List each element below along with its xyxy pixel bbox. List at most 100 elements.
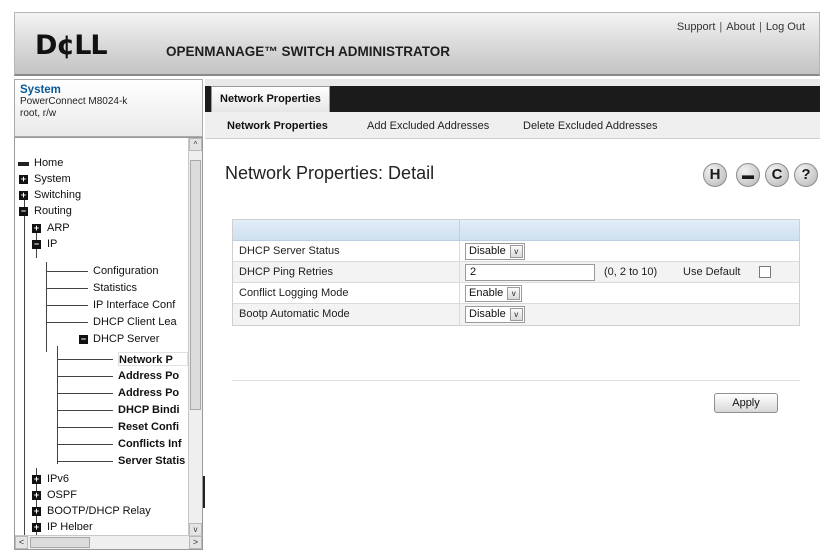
tree-guide-line xyxy=(24,198,25,536)
tree-item-routing[interactable]: Routing xyxy=(34,204,72,218)
tree-item-ospf[interactable]: OSPF xyxy=(47,488,77,502)
dhcp-server-status-value: Disable xyxy=(469,245,506,257)
subtab-delete-excluded-addresses[interactable]: Delete Excluded Addresses xyxy=(523,120,658,132)
form-row-conflict-logging-mode: Conflict Logging Mode Enable v xyxy=(233,283,799,304)
use-default-label: Use Default xyxy=(683,266,741,278)
tree-item-ipv6[interactable]: IPv6 xyxy=(47,472,69,486)
expand-icon[interactable]: + xyxy=(32,491,41,500)
tree-item-home[interactable]: Home xyxy=(34,156,63,170)
tab-bar: Network Properties xyxy=(205,79,820,112)
top-links: Support | About | Log Out xyxy=(677,21,805,33)
tree-item-network-properties[interactable]: Network P xyxy=(118,352,188,366)
column-divider xyxy=(459,220,460,241)
apply-button[interactable]: Apply xyxy=(714,393,778,413)
logout-link[interactable]: Log Out xyxy=(766,21,805,33)
chevron-down-icon[interactable]: v xyxy=(509,245,523,258)
save-icon[interactable]: H xyxy=(703,163,727,187)
form-row-dhcp-ping-retries: DHCP Ping Retries 2 (0, 2 to 10) Use Def… xyxy=(233,262,799,283)
navigation-tree: Home + System + Switching − Routing + AR… xyxy=(14,137,203,550)
tree-item-ip-interface-config[interactable]: IP Interface Conf xyxy=(93,298,175,312)
tree-item-dhcp-server[interactable]: DHCP Server xyxy=(93,332,159,346)
tree-guide-line xyxy=(46,262,47,352)
dhcp-server-status-label: DHCP Server Status xyxy=(239,245,340,257)
tree-item-statistics[interactable]: Statistics xyxy=(93,281,137,295)
app-header: D¢LL OPENMANAGE™ SWITCH ADMINISTRATOR Su… xyxy=(14,12,820,76)
main-content: Network Properties Network Properties Ad… xyxy=(205,79,820,550)
tree-guide-line xyxy=(57,393,113,394)
refresh-icon[interactable]: C xyxy=(765,163,789,187)
tree-item-configuration[interactable]: Configuration xyxy=(93,264,158,278)
use-default-checkbox[interactable] xyxy=(759,266,771,278)
bootp-automatic-mode-value: Disable xyxy=(469,308,506,320)
tree-item-ip[interactable]: IP xyxy=(47,237,57,251)
expand-icon[interactable]: + xyxy=(19,175,28,184)
tree-guide-line xyxy=(46,271,88,272)
scroll-left-arrow[interactable]: < xyxy=(15,536,28,549)
tree-horizontal-scrollbar[interactable]: < > xyxy=(15,535,202,549)
column-divider xyxy=(459,283,460,304)
horizontal-scroll-thumb[interactable] xyxy=(30,537,90,548)
subtab-add-excluded-addresses[interactable]: Add Excluded Addresses xyxy=(367,120,489,132)
column-divider xyxy=(459,262,460,283)
collapse-icon[interactable]: − xyxy=(79,335,88,344)
tree-guide-line xyxy=(57,359,113,360)
tab-network-properties[interactable]: Network Properties xyxy=(211,86,330,112)
tree-item-conflicts-info[interactable]: Conflicts Inf xyxy=(118,437,182,451)
expand-icon[interactable]: + xyxy=(32,507,41,516)
tree-item-address-pool-options[interactable]: Address Po xyxy=(118,386,179,400)
tree-item-bootp-dhcp-relay[interactable]: BOOTP/DHCP Relay xyxy=(47,504,151,518)
tree-item-ip-helper[interactable]: IP Helper xyxy=(47,520,93,530)
collapse-icon[interactable]: − xyxy=(32,240,41,249)
network-properties-form: DHCP Server Status Disable v DHCP Ping R… xyxy=(232,219,800,326)
tree-item-switching[interactable]: Switching xyxy=(34,188,81,202)
dhcp-server-status-select[interactable]: Disable v xyxy=(465,243,525,260)
expand-icon[interactable]: + xyxy=(32,523,41,532)
dhcp-ping-retries-range: (0, 2 to 10) xyxy=(604,266,658,278)
tree-guide-line xyxy=(57,410,113,411)
support-link[interactable]: Support xyxy=(677,21,716,33)
link-separator: | xyxy=(719,21,723,33)
subtab-bar: Network Properties Add Excluded Addresse… xyxy=(205,112,820,139)
collapse-icon[interactable]: − xyxy=(19,207,28,216)
tree-item-dhcp-bindings[interactable]: DHCP Bindi xyxy=(118,403,180,417)
expand-icon[interactable]: + xyxy=(32,475,41,484)
dhcp-ping-retries-input[interactable]: 2 xyxy=(465,264,595,281)
expand-icon[interactable]: + xyxy=(19,191,28,200)
form-row-dhcp-server-status: DHCP Server Status Disable v xyxy=(233,241,799,262)
chevron-down-icon[interactable]: v xyxy=(509,308,523,321)
tree-item-arp[interactable]: ARP xyxy=(47,221,70,235)
subtab-network-properties[interactable]: Network Properties xyxy=(227,120,328,132)
column-divider xyxy=(459,304,460,325)
system-title[interactable]: System xyxy=(20,84,197,96)
system-user: root, r/w xyxy=(20,108,57,119)
column-divider xyxy=(459,241,460,262)
chevron-down-icon[interactable]: v xyxy=(507,287,521,300)
tree-guide-line xyxy=(46,305,88,306)
tree-item-dhcp-client-lease[interactable]: DHCP Client Lea xyxy=(93,315,177,329)
form-header xyxy=(233,220,799,241)
tree-item-server-statistics[interactable]: Server Statis xyxy=(118,454,185,468)
scroll-right-arrow[interactable]: > xyxy=(189,536,202,549)
scroll-up-arrow[interactable]: ^ xyxy=(189,138,202,151)
tree-guide-line xyxy=(46,288,88,289)
tree-guide-line xyxy=(46,322,88,323)
tree-item-reset-configuration[interactable]: Reset Confi xyxy=(118,420,179,434)
tree-guide-line xyxy=(57,427,113,428)
form-separator xyxy=(232,380,800,381)
system-model: PowerConnect M8024-k xyxy=(20,96,128,107)
about-link[interactable]: About xyxy=(726,21,755,33)
scroll-thumb[interactable] xyxy=(190,160,201,410)
bootp-automatic-mode-label: Bootp Automatic Mode xyxy=(239,308,350,320)
expand-icon[interactable]: + xyxy=(32,224,41,233)
home-icon xyxy=(18,162,29,166)
conflict-logging-mode-select[interactable]: Enable v xyxy=(465,285,523,302)
tree-vertical-scrollbar[interactable]: ^ v xyxy=(188,138,202,536)
help-icon[interactable]: ? xyxy=(794,163,818,187)
tree-item-system[interactable]: System xyxy=(34,172,71,186)
tree-guide-line xyxy=(57,444,113,445)
print-icon[interactable]: ▬ xyxy=(736,163,760,187)
bootp-automatic-mode-select[interactable]: Disable v xyxy=(465,306,525,323)
conflict-logging-mode-value: Enable xyxy=(469,287,504,299)
app-title: OPENMANAGE™ SWITCH ADMINISTRATOR xyxy=(166,44,450,59)
tree-item-address-pool[interactable]: Address Po xyxy=(118,369,179,383)
